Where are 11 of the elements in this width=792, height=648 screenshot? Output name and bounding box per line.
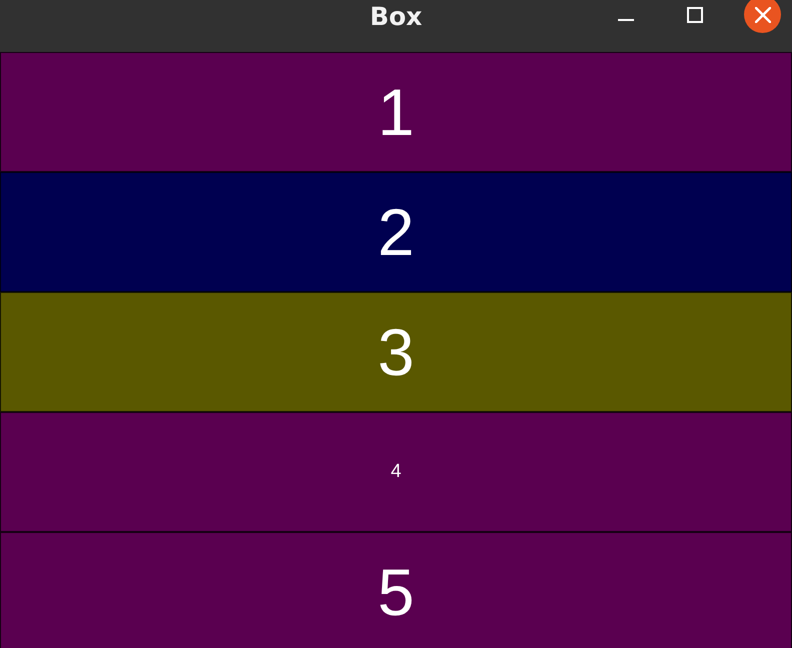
block-number: 4 xyxy=(390,461,402,483)
close-button[interactable] xyxy=(744,0,781,33)
maximize-button[interactable] xyxy=(687,7,703,23)
minimize-icon xyxy=(618,19,634,21)
block-number: 5 xyxy=(378,554,414,630)
block-number: 1 xyxy=(378,74,414,150)
close-icon xyxy=(754,6,770,22)
maximize-icon xyxy=(687,7,703,23)
block-number: 2 xyxy=(378,194,414,270)
window-title: Box xyxy=(370,2,422,32)
block-number: 3 xyxy=(378,314,414,390)
